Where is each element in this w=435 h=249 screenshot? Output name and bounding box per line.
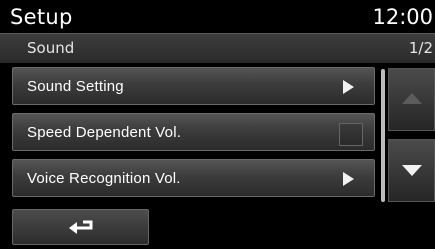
return-arrow-icon (69, 220, 93, 234)
triangle-up-icon (402, 93, 422, 104)
scroll-up-button[interactable] (388, 68, 435, 131)
back-button[interactable] (12, 209, 149, 245)
speed-dependent-vol-checkbox[interactable] (339, 123, 363, 146)
arrow-right-icon (343, 80, 354, 94)
arrow-right-icon (343, 172, 354, 186)
page-indicator: 1/2 (408, 39, 433, 57)
menu-item-voice-recognition-vol[interactable]: Voice Recognition Vol. (12, 159, 375, 197)
menu-item-label: Sound Setting (27, 78, 124, 95)
menu-item-sound-setting[interactable]: Sound Setting (12, 67, 375, 105)
triangle-down-icon (402, 165, 422, 176)
scroll-down-button[interactable] (388, 139, 435, 202)
scrollbar-track[interactable] (381, 69, 385, 202)
clock: 12:00 (372, 5, 433, 29)
menu-item-label: Speed Dependent Vol. (27, 124, 182, 141)
menu-item-label: Voice Recognition Vol. (27, 170, 181, 187)
menu-item-speed-dependent-vol[interactable]: Speed Dependent Vol. (12, 113, 375, 151)
screen-title: Setup (10, 5, 73, 29)
section-title: Sound (27, 39, 75, 57)
